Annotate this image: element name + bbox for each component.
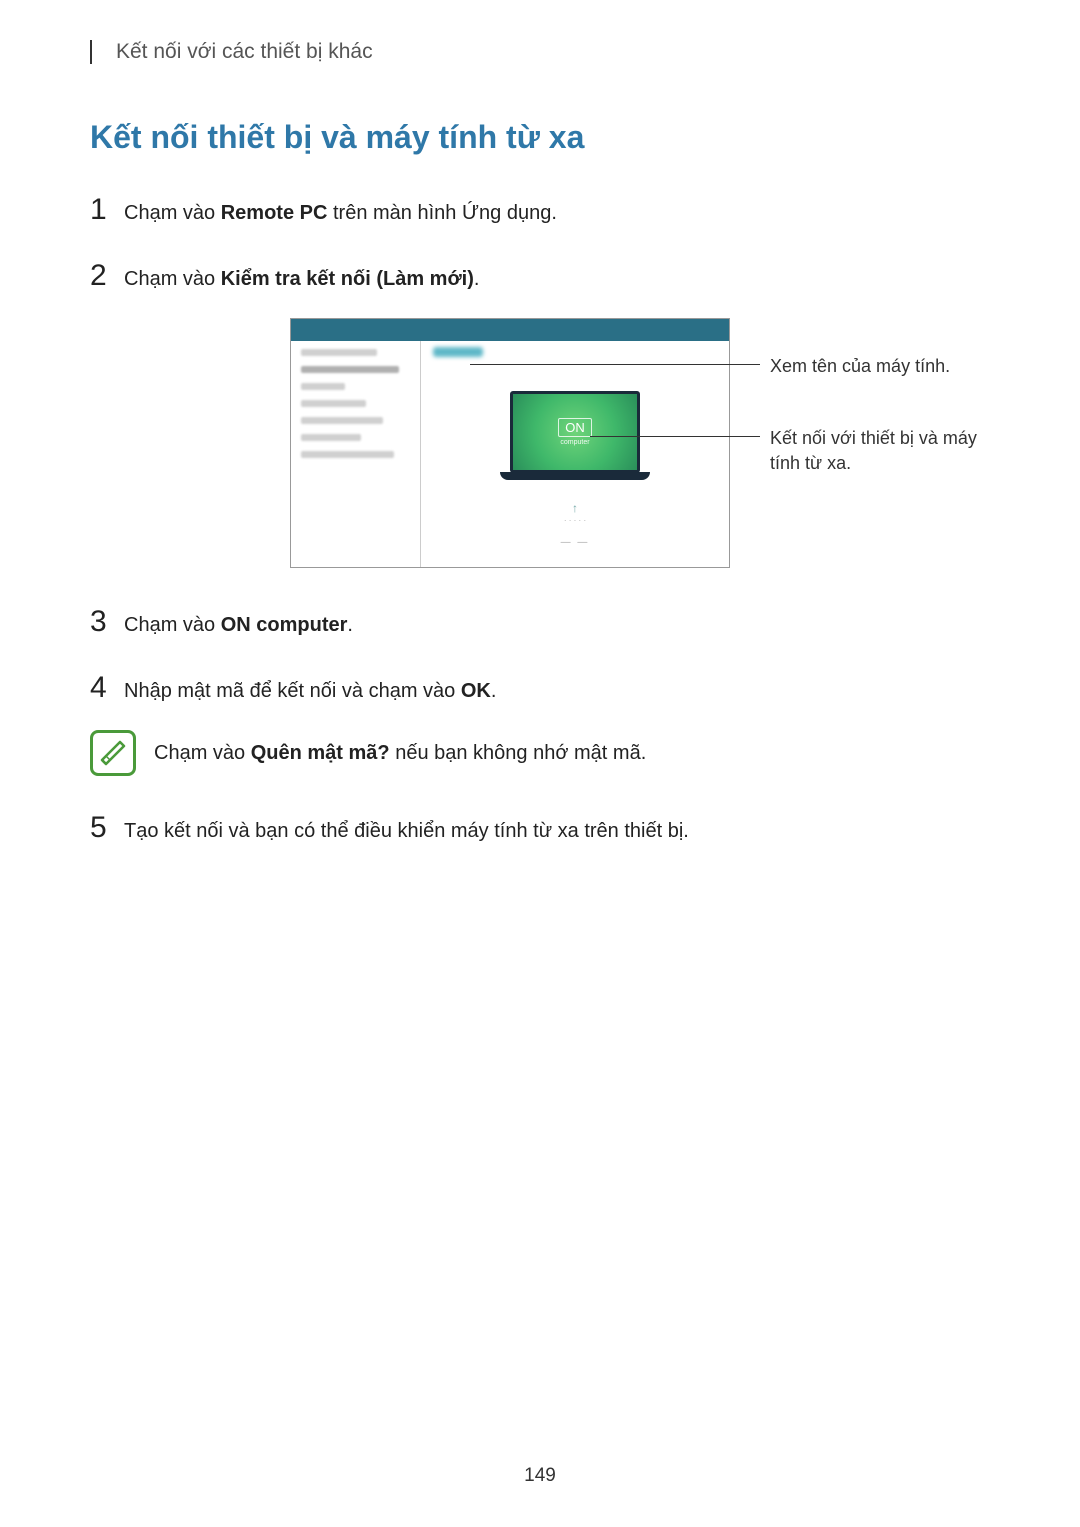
step-number: 4: [90, 664, 124, 712]
on-sub: computer: [560, 439, 589, 446]
step-text: Chạm vào Remote PC trên màn hình Ứng dụn…: [124, 197, 990, 229]
step-number: 2: [90, 252, 124, 300]
callout-text: Xem tên của máy tính.: [770, 354, 980, 379]
figure: ON computer ↑ · · · · · — — Xem tên của …: [290, 318, 730, 568]
page-title: Kết nối thiết bị và máy tính từ xa: [90, 119, 990, 156]
note-icon: [90, 730, 136, 776]
callout-2: Kết nối với thiết bị và máy tính từ xa.: [590, 426, 980, 476]
sidebar-item-blur: [301, 400, 366, 407]
step-text: Nhập mật mã để kết nối và chạm vào OK.: [124, 675, 990, 707]
step-5: 5 Tạo kết nối và bạn có thể điều khiển m…: [90, 804, 990, 852]
step-text: Chạm vào Kiểm tra kết nối (Làm mới).: [124, 263, 990, 295]
step-number: 1: [90, 186, 124, 234]
header-bar: Kết nối với các thiết bị khác: [90, 40, 990, 64]
figure-row: ON computer ↑ · · · · · — — Xem tên của …: [90, 318, 990, 568]
step-number: 5: [90, 804, 124, 852]
step-4: 4 Nhập mật mã để kết nối và chạm vào OK.: [90, 664, 990, 712]
tap-hint-blur: · · · · ·: [564, 516, 586, 525]
note: Chạm vào Quên mật mã? nếu bạn không nhớ …: [90, 730, 990, 776]
sidebar-item-blur: [301, 383, 345, 390]
sidebar-item-blur: [301, 451, 394, 458]
up-arrow-icon: ↑: [572, 501, 578, 515]
step-2: 2 Chạm vào Kiểm tra kết nối (Làm mới).: [90, 252, 990, 300]
callout-1: Xem tên của máy tính.: [470, 354, 980, 379]
bottom-dashes: — —: [561, 537, 590, 548]
breadcrumb: Kết nối với các thiết bị khác: [116, 40, 990, 64]
step-text: Tạo kết nối và bạn có thể điều khiển máy…: [124, 815, 990, 847]
screenshot-sidebar: [291, 341, 421, 567]
step-3: 3 Chạm vào ON computer.: [90, 598, 990, 646]
step-number: 3: [90, 598, 124, 646]
sidebar-item-blur: [301, 366, 399, 373]
screenshot-titlebar: [291, 319, 729, 341]
on-badge: ON: [558, 418, 592, 437]
page-number: 149: [0, 1465, 1080, 1487]
sidebar-item-blur: [301, 417, 383, 424]
sidebar-item-blur: [301, 349, 377, 356]
sidebar-item-blur: [301, 434, 361, 441]
step-1: 1 Chạm vào Remote PC trên màn hình Ứng d…: [90, 186, 990, 234]
callout-text: Kết nối với thiết bị và máy tính từ xa.: [770, 426, 980, 476]
note-text: Chạm vào Quên mật mã? nếu bạn không nhớ …: [154, 742, 646, 765]
step-text: Chạm vào ON computer.: [124, 609, 990, 641]
